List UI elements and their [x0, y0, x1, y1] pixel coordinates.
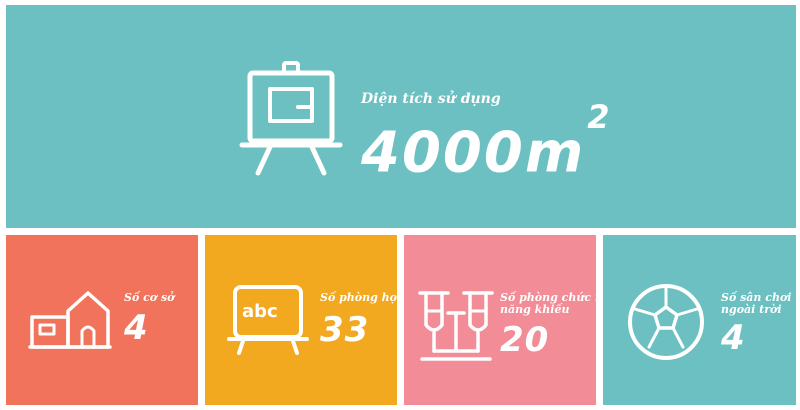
stat-tile-classrooms: abc Số phòng học 33 [205, 235, 397, 405]
stat-label: Số cơ sở [124, 291, 175, 304]
test-tubes-icon [418, 291, 494, 361]
stat-value: 20 [500, 320, 550, 360]
stat-label-line2: năng khiếu [500, 303, 570, 316]
stat-value: 4 [721, 318, 746, 358]
stat-label: Số phòng học [320, 291, 397, 304]
school-building-icon [28, 291, 112, 349]
easel-board-icon [239, 61, 343, 176]
stat-tile-playgrounds: Số sân chơi ngoài trời 4 [603, 235, 796, 405]
hero-value: 4000m2 [361, 98, 612, 186]
stat-label-line2: ngoài trời [721, 303, 782, 316]
soccer-ball-icon [628, 284, 704, 360]
stat-value: 4 [124, 308, 149, 348]
board-text: abc [242, 301, 278, 322]
stat-tile-campuses: Số cơ sở 4 [6, 235, 198, 405]
stat-value: 33 [320, 310, 370, 350]
hero-unit-power: 2 [587, 98, 612, 136]
stat-tile-function-rooms: Số phòng chức năng, năng khiếu 20 [404, 235, 596, 405]
hero-label: Diện tích sử dụng [361, 91, 501, 107]
hero-panel: Diện tích sử dụng 4000m2 [6, 5, 796, 228]
